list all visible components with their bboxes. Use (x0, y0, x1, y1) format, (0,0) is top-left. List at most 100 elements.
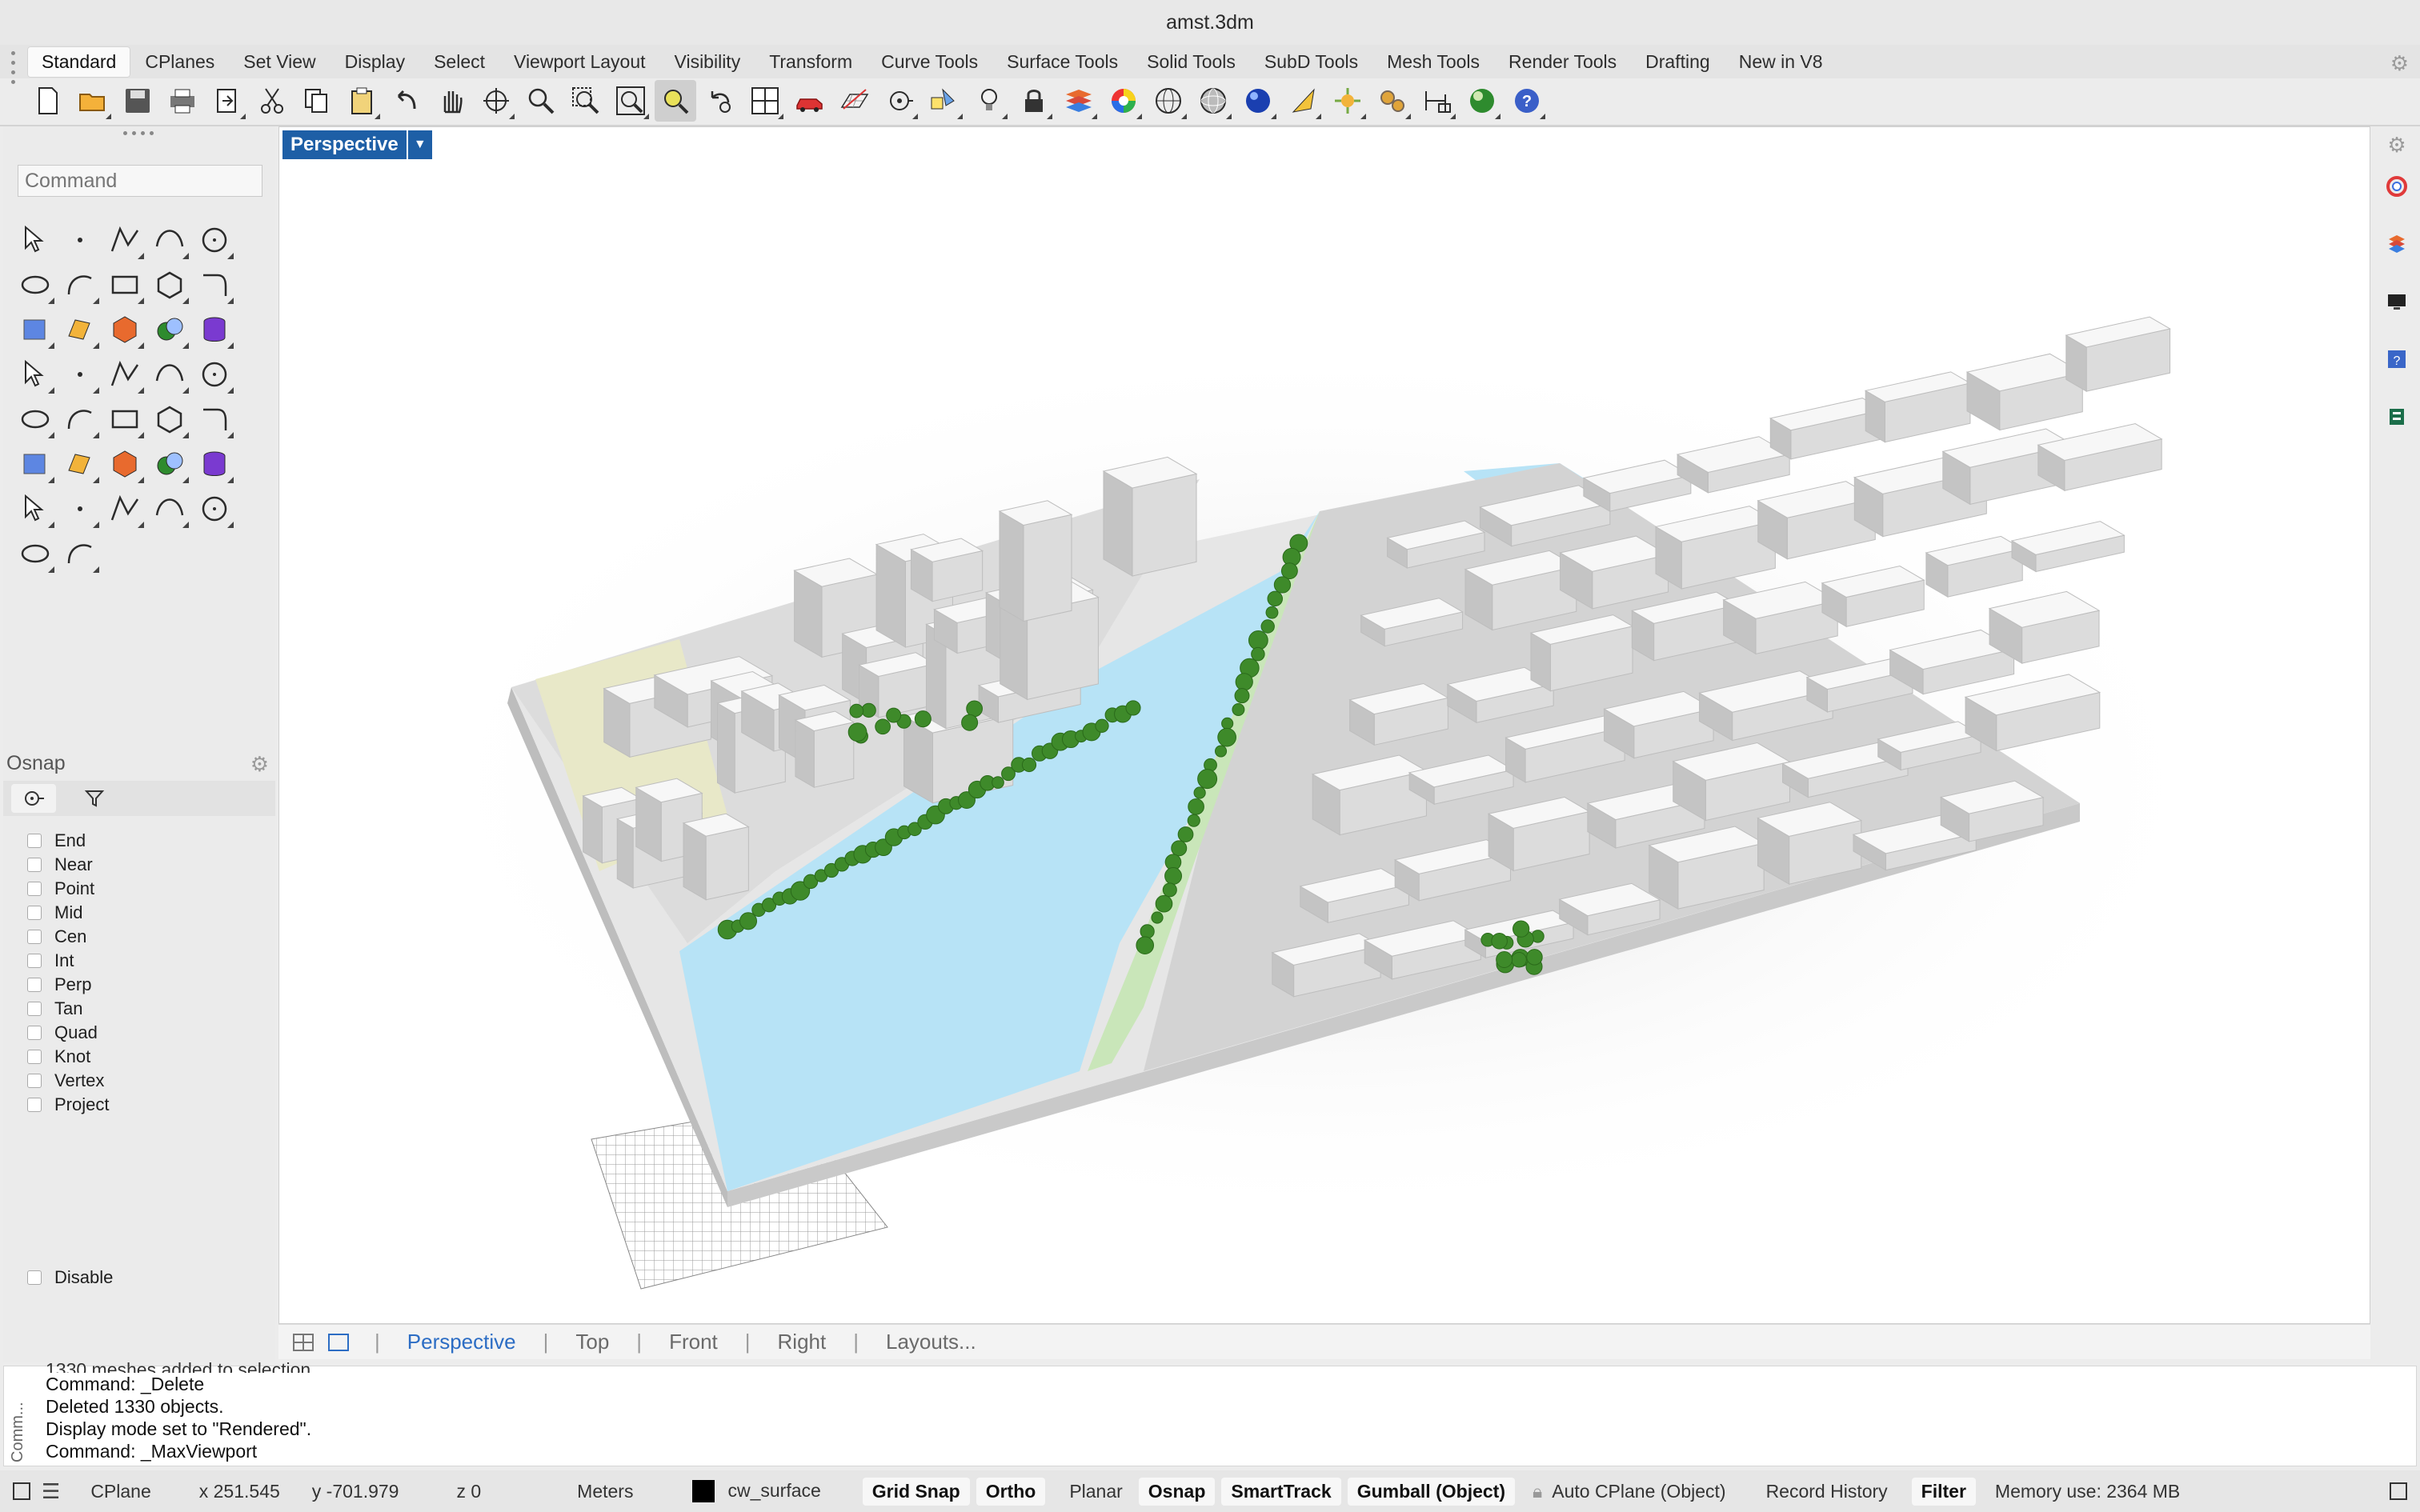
named-views-panel-icon[interactable] (2383, 403, 2410, 430)
help-panel-icon[interactable]: ? (2383, 346, 2410, 373)
panel-settings-gear-icon[interactable]: ⚙ (2383, 131, 2410, 158)
osnap-toggle[interactable]: Osnap (1138, 1477, 1216, 1506)
split-icon[interactable] (192, 352, 237, 397)
record-history-toggle[interactable]: Record History (1766, 1481, 1888, 1502)
four-viewports-icon[interactable] (744, 80, 786, 122)
array-icon[interactable] (58, 442, 102, 486)
status-units[interactable]: Meters (577, 1481, 633, 1502)
new-file-icon[interactable] (27, 80, 69, 122)
osnap-item-knot[interactable]: Knot (27, 1045, 109, 1069)
display-panel-icon[interactable] (2383, 288, 2410, 315)
tab-standard[interactable]: Standard (27, 46, 131, 78)
copy-icon[interactable] (296, 80, 338, 122)
osnap-disable-row[interactable]: Disable (27, 1267, 113, 1288)
scale-icon[interactable] (13, 442, 58, 486)
panel-toggle-icon[interactable] (13, 1482, 30, 1500)
align-icon[interactable] (58, 486, 102, 531)
osnap-gear-icon[interactable]: ⚙ (250, 752, 269, 777)
osnap-checkbox[interactable] (27, 1074, 42, 1088)
city-model-render[interactable] (279, 127, 2370, 1324)
zoom-selected-icon[interactable] (655, 80, 696, 122)
four-viewports-layout-icon[interactable] (290, 1330, 317, 1354)
cut-icon[interactable] (251, 80, 293, 122)
dimension-icon[interactable] (1416, 80, 1458, 122)
curve-icon[interactable] (147, 218, 192, 262)
tab-surface-tools[interactable]: Surface Tools (992, 46, 1132, 78)
zoom-extents-icon[interactable] (610, 80, 651, 122)
osnap-checkbox[interactable] (27, 882, 42, 896)
osnap-checkbox[interactable] (27, 906, 42, 920)
light-icon[interactable] (968, 80, 1010, 122)
properties-panel-icon[interactable] (2383, 173, 2410, 200)
osnap-item-near[interactable]: Near (27, 853, 109, 877)
single-viewport-layout-icon[interactable] (325, 1330, 352, 1354)
osnap-checkbox[interactable] (27, 978, 42, 992)
osnap-filter-tab[interactable] (72, 784, 117, 813)
polygon-icon[interactable] (147, 262, 192, 307)
ortho-toggle[interactable]: Ortho (976, 1477, 1046, 1506)
gumball-toggle[interactable]: Gumball (Object) (1347, 1477, 1515, 1506)
save-icon[interactable] (117, 80, 158, 122)
osnap-checkbox[interactable] (27, 1098, 42, 1112)
viewport-menu-chevron-down-icon[interactable]: ▼ (407, 130, 432, 159)
mesh-icon[interactable] (13, 531, 58, 576)
tab-cplanes[interactable]: CPlanes (130, 46, 229, 78)
osnap-disable-checkbox[interactable] (27, 1270, 42, 1285)
color-wheel-icon[interactable] (1103, 80, 1144, 122)
cplane-icon[interactable] (834, 80, 875, 122)
command-input[interactable] (18, 165, 262, 197)
osnap-item-end[interactable]: End (27, 829, 109, 853)
osnap-item-tan[interactable]: Tan (27, 997, 109, 1021)
perspective-viewport[interactable]: Perspective ▼ (278, 126, 2370, 1324)
osnap-item-mid[interactable]: Mid (27, 901, 109, 925)
point-icon[interactable] (58, 218, 102, 262)
smarttrack-toggle[interactable]: SmartTrack (1221, 1477, 1341, 1506)
polyline-icon[interactable] (102, 218, 147, 262)
status-layer[interactable]: cw_surface (692, 1480, 821, 1503)
tab-visibility[interactable]: Visibility (660, 46, 755, 78)
car-icon[interactable] (789, 80, 831, 122)
tab-drafting[interactable]: Drafting (1631, 46, 1725, 78)
paste-icon[interactable] (341, 80, 383, 122)
help-icon[interactable]: ? (1506, 80, 1548, 122)
object-properties-icon[interactable] (924, 80, 965, 122)
ghosted-sphere-icon[interactable] (1192, 80, 1234, 122)
properties-icon[interactable] (102, 486, 147, 531)
select-icon[interactable] (13, 218, 58, 262)
zoom-icon[interactable] (520, 80, 562, 122)
arc-icon[interactable] (58, 262, 102, 307)
lock-icon[interactable] (1013, 80, 1055, 122)
tab-select[interactable]: Select (419, 46, 499, 78)
analysis-icon[interactable] (58, 531, 102, 576)
osnap-checkbox[interactable] (27, 954, 42, 968)
dimension-stack-icon[interactable] (192, 442, 237, 486)
osnap-item-point[interactable]: Point (27, 877, 109, 901)
trim-icon[interactable] (147, 352, 192, 397)
tab-transform[interactable]: Transform (755, 46, 867, 78)
osnap-checkbox[interactable] (27, 930, 42, 944)
osnap-item-int[interactable]: Int (27, 949, 109, 973)
sidebar-grip[interactable] (123, 131, 154, 135)
osnap-item-project[interactable]: Project (27, 1093, 109, 1117)
tab-render-tools[interactable]: Render Tools (1494, 46, 1631, 78)
layer-icon[interactable] (1058, 80, 1100, 122)
viewport-name-label[interactable]: Perspective (282, 130, 407, 159)
lock-icon[interactable]: 🔒︎ (1533, 1481, 1542, 1502)
undo-view-icon[interactable] (699, 80, 741, 122)
zoom-window-icon[interactable] (565, 80, 607, 122)
boolean-union-icon[interactable] (13, 397, 58, 442)
gumball-icon[interactable] (1327, 80, 1368, 122)
point-snap-icon[interactable] (879, 80, 920, 122)
circle-icon[interactable] (192, 218, 237, 262)
rotate-view-icon[interactable] (475, 80, 517, 122)
explode-icon[interactable] (102, 352, 147, 397)
offset-icon[interactable] (147, 397, 192, 442)
osnap-item-cen[interactable]: Cen (27, 925, 109, 949)
view-tab-front[interactable]: Front (669, 1330, 718, 1354)
cylinder-icon[interactable] (192, 307, 237, 352)
osnap-item-perp[interactable]: Perp (27, 973, 109, 997)
tab-set-view[interactable]: Set View (229, 46, 330, 78)
tools-icon[interactable] (147, 486, 192, 531)
filter-toggle[interactable]: Filter (1911, 1477, 1976, 1506)
extrude-curve-icon[interactable] (58, 307, 102, 352)
